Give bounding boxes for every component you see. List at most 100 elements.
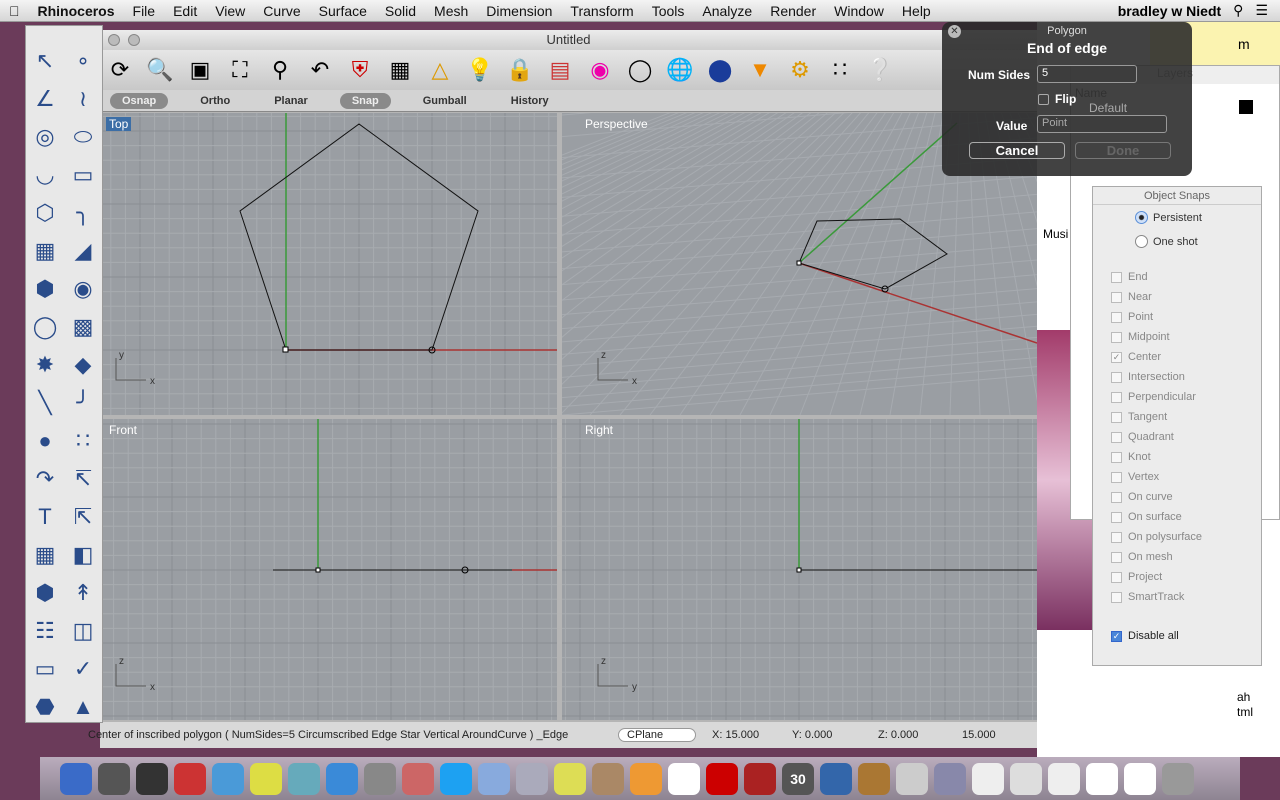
checkbox[interactable]: [1111, 291, 1122, 303]
undo-view-icon[interactable]: ↶: [304, 54, 336, 86]
done-button[interactable]: Done: [1075, 142, 1171, 159]
scale-icon[interactable]: ⇱: [68, 502, 98, 532]
split-icon[interactable]: ╯: [68, 388, 98, 418]
dock-app-11[interactable]: [478, 762, 510, 795]
front-viewport-canvas[interactable]: xz: [102, 419, 557, 720]
checkbox[interactable]: [1111, 531, 1122, 543]
close-button[interactable]: [108, 34, 120, 46]
lock-icon[interactable]: 🔒: [504, 54, 536, 86]
snap-center[interactable]: ✓ Center: [1111, 351, 1161, 363]
menu-app[interactable]: Rhinoceros: [29, 3, 124, 19]
dock-app-20[interactable]: [820, 762, 852, 795]
flip-checkbox[interactable]: [1038, 94, 1049, 105]
menu-dimension[interactable]: Dimension: [477, 3, 561, 19]
mirror-icon[interactable]: ◧: [68, 540, 98, 570]
dock-app-6[interactable]: [288, 762, 320, 795]
dock-app-21[interactable]: [858, 762, 890, 795]
snap-end[interactable]: End: [1111, 271, 1148, 283]
grid-array-icon[interactable]: ☷: [30, 616, 60, 646]
dock-app-2[interactable]: [136, 762, 168, 795]
top-viewport-canvas[interactable]: xy: [102, 113, 557, 415]
color-wheel-icon[interactable]: ◉: [584, 54, 616, 86]
disable-all-checkbox[interactable]: ✓ Disable all: [1111, 630, 1179, 642]
fillet-icon[interactable]: ╮: [68, 198, 98, 228]
checkbox[interactable]: [1111, 571, 1122, 583]
text-icon[interactable]: T: [30, 502, 60, 532]
rotate-view-icon[interactable]: ⟳: [104, 54, 136, 86]
snap-point[interactable]: Point: [1111, 311, 1153, 323]
menu-render[interactable]: Render: [761, 3, 825, 19]
snap-on-mesh[interactable]: On mesh: [1111, 551, 1173, 563]
dock-app-10[interactable]: [440, 762, 472, 795]
dock-app-4[interactable]: [212, 762, 244, 795]
viewport-right[interactable]: yz Right: [562, 419, 1037, 720]
dock-app-14[interactable]: [592, 762, 624, 795]
patch-icon[interactable]: ▩: [68, 312, 98, 342]
dock-app-1[interactable]: [98, 762, 130, 795]
wireframe-icon[interactable]: ◯: [624, 54, 656, 86]
dock-app-27[interactable]: [1086, 762, 1118, 795]
num-sides-input[interactable]: 5: [1037, 65, 1137, 83]
snap-near[interactable]: Near: [1111, 291, 1152, 303]
checkbox[interactable]: [1111, 371, 1122, 383]
mode-ortho[interactable]: Ortho: [188, 93, 242, 109]
cylinder-icon[interactable]: ◯: [30, 312, 60, 342]
zoom-window-icon[interactable]: ▣: [184, 54, 216, 86]
boolean-icon[interactable]: ◆: [68, 350, 98, 380]
dock-app-18[interactable]: [744, 762, 776, 795]
checkbox[interactable]: [1111, 331, 1122, 343]
snap-midpoint[interactable]: Midpoint: [1111, 331, 1170, 343]
layer-icon[interactable]: ▤: [544, 54, 576, 86]
point-icon[interactable]: ∘: [68, 46, 98, 76]
checkbox[interactable]: [1111, 311, 1122, 323]
snap-perpendicular[interactable]: Perpendicular: [1111, 391, 1196, 403]
extrude-icon[interactable]: ↟: [68, 578, 98, 608]
minimize-button[interactable]: [128, 34, 140, 46]
blend-icon[interactable]: ↸: [68, 464, 98, 494]
layer-color-swatch[interactable]: [1239, 100, 1253, 114]
menu-window[interactable]: Window: [825, 3, 893, 19]
checkbox[interactable]: [1111, 431, 1122, 443]
surface-icon[interactable]: ▦: [30, 236, 60, 266]
array-icon[interactable]: ▦: [30, 540, 60, 570]
viewport-label-front[interactable]: Front: [106, 423, 140, 437]
menu-view[interactable]: View: [206, 3, 254, 19]
cancel-button[interactable]: Cancel: [969, 142, 1065, 159]
dock-app-24[interactable]: [972, 762, 1004, 795]
mode-planar[interactable]: Planar: [262, 93, 320, 109]
dock-app-5[interactable]: [250, 762, 282, 795]
box-icon[interactable]: ⬢: [30, 274, 60, 304]
light-icon[interactable]: 💡: [464, 54, 496, 86]
persistent-radio[interactable]: Persistent: [1135, 211, 1202, 224]
dock-app-22[interactable]: [896, 762, 928, 795]
dock-app-13[interactable]: [554, 762, 586, 795]
analyze-icon[interactable]: ▭: [30, 654, 60, 684]
zoom-in-icon[interactable]: 🔍: [144, 54, 176, 86]
menu-curve[interactable]: Curve: [254, 3, 309, 19]
menu-mesh[interactable]: Mesh: [425, 3, 477, 19]
checkbox[interactable]: [1111, 411, 1122, 423]
dock-app-26[interactable]: [1048, 762, 1080, 795]
curve-icon[interactable]: ≀: [68, 84, 98, 114]
list-icon[interactable]: ☰: [1255, 2, 1268, 19]
dock-app-0[interactable]: [60, 762, 92, 795]
rectangle-icon[interactable]: ▭: [68, 160, 98, 190]
mode-snap[interactable]: Snap: [339, 92, 391, 109]
polyline-icon[interactable]: ∠: [30, 84, 60, 114]
menu-transform[interactable]: Transform: [561, 3, 642, 19]
mode-osnap[interactable]: Osnap: [110, 92, 169, 109]
explode-icon[interactable]: ✸: [30, 350, 60, 380]
viewport-label-top[interactable]: Top: [106, 117, 132, 131]
menu-solid[interactable]: Solid: [376, 3, 425, 19]
ellipse-icon[interactable]: ⬭: [68, 122, 98, 152]
menu-file[interactable]: File: [124, 3, 165, 19]
zoom-selected-icon[interactable]: ⚲: [264, 54, 296, 86]
mesh-icon[interactable]: ⬣: [30, 692, 60, 722]
value-input[interactable]: Point: [1037, 115, 1167, 133]
array-linear-icon[interactable]: ◫: [68, 616, 98, 646]
help-icon[interactable]: ❔: [864, 54, 896, 86]
dock-app-25[interactable]: [1010, 762, 1042, 795]
solid-box-icon[interactable]: ⬢: [30, 578, 60, 608]
snap-smarttrack[interactable]: SmartTrack: [1111, 591, 1184, 603]
dock-app-29[interactable]: [1162, 762, 1194, 795]
